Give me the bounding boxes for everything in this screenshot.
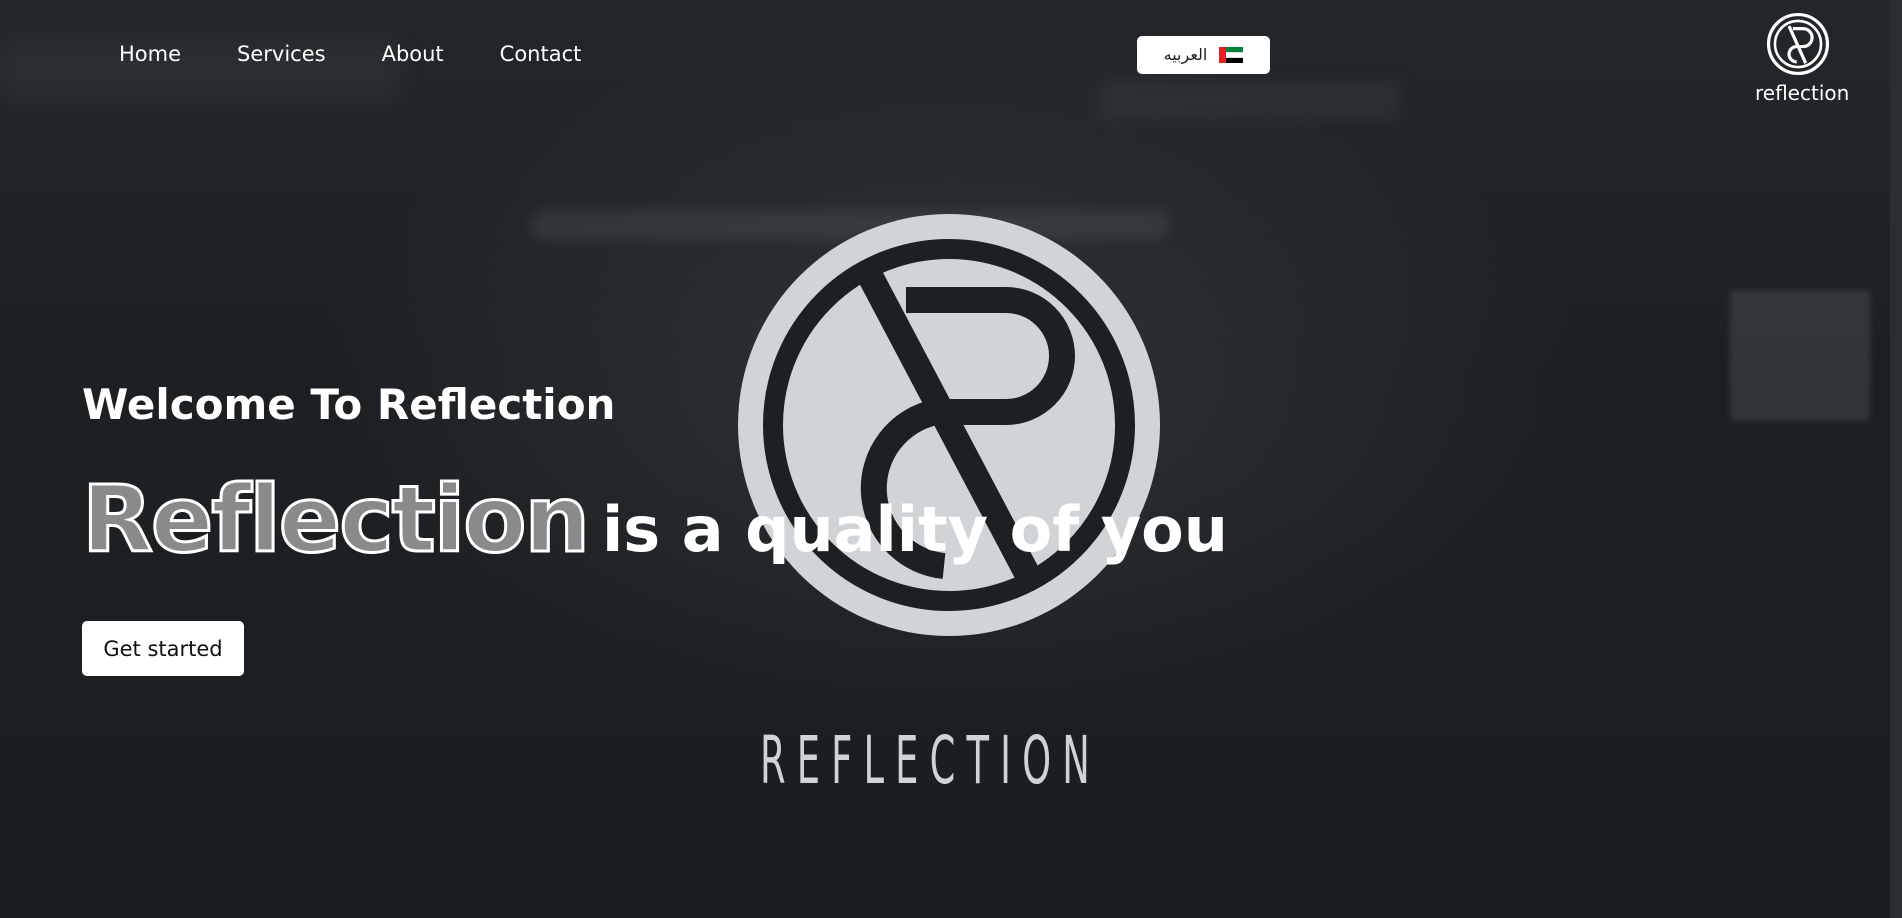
- language-label: العربيه: [1163, 47, 1208, 64]
- nav-contact[interactable]: Contact: [500, 42, 582, 66]
- nav-home[interactable]: Home: [119, 42, 181, 66]
- get-started-button[interactable]: Get started: [82, 621, 244, 676]
- logo-text: reflection: [1755, 81, 1850, 105]
- background-blur: [1730, 290, 1870, 420]
- tagline-rest: is a quality of you: [601, 493, 1228, 566]
- nav-services[interactable]: Services: [237, 42, 326, 66]
- tagline-highlight: Reflection: [81, 465, 592, 575]
- reflection-logo-icon: [1766, 12, 1830, 76]
- background-blur: [1100, 80, 1400, 120]
- nav-about[interactable]: About: [382, 42, 444, 66]
- uae-flag-icon: [1219, 47, 1244, 64]
- page-scrollbar[interactable]: [1890, 0, 1902, 918]
- header-logo[interactable]: reflection: [1755, 12, 1850, 105]
- main-nav: Home Services About Contact: [119, 42, 581, 66]
- hero-wordmark: REFLECTION: [760, 722, 1101, 799]
- hero-tagline: Reflection is a quality of you: [81, 465, 1228, 575]
- welcome-heading: Welcome To Reflection: [82, 380, 616, 429]
- language-switch-button[interactable]: العربيه: [1137, 36, 1270, 74]
